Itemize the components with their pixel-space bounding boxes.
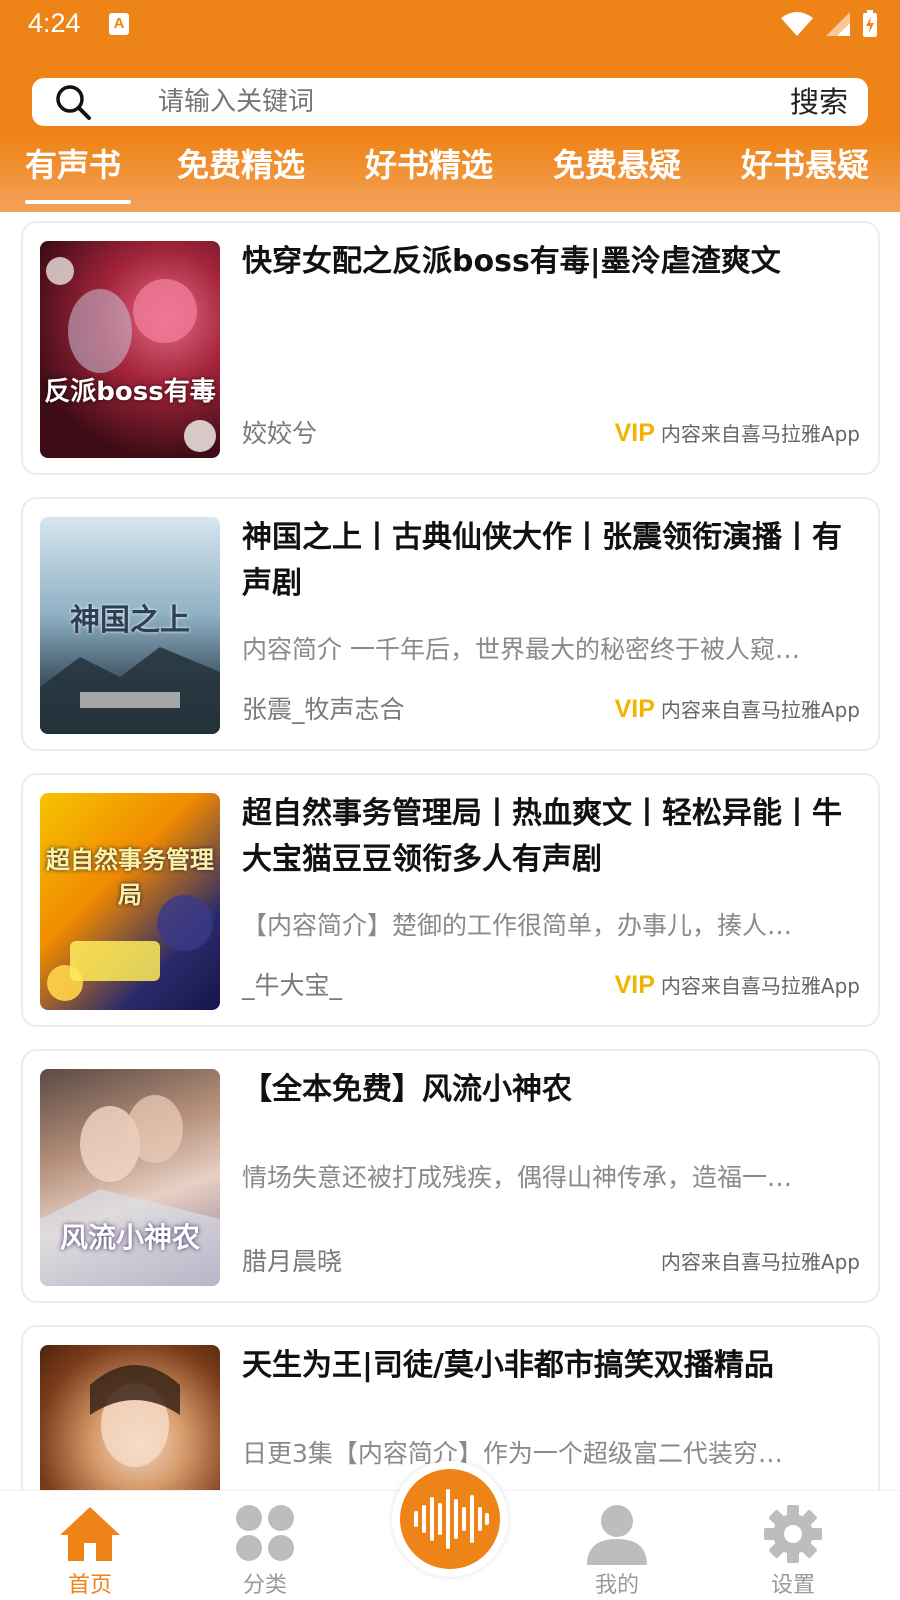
nav-mine[interactable]: 我的 xyxy=(557,1491,677,1600)
home-icon xyxy=(60,1507,120,1561)
gear-icon xyxy=(764,1505,822,1563)
cover-title: 反派boss有毒 xyxy=(44,377,216,407)
search-button[interactable]: 搜索 xyxy=(790,78,848,126)
book-list: 反派boss有毒 快穿女配之反派boss有毒|墨泠虐渣爽文 姣姣兮 VIP 内容来… xyxy=(0,212,900,1490)
search-icon[interactable] xyxy=(54,83,92,121)
book-card[interactable]: 神国之上 神国之上丨古典仙侠大作丨张震领衔演播丨有声剧 内容简介 一千年后，世界… xyxy=(21,497,880,751)
nav-settings[interactable]: 设置 xyxy=(733,1491,853,1600)
book-cover[interactable] xyxy=(40,1345,220,1490)
search-bar: 搜索 xyxy=(32,78,868,126)
player-button-inner xyxy=(400,1469,500,1569)
bottom-nav: 首页 分类 我的 设置 xyxy=(0,1461,900,1600)
book-card[interactable]: 风流小神农 【全本免费】风流小神农 情场失意还被打成残疾，偶得山神传承，造福一…… xyxy=(21,1049,880,1303)
source-text: 内容来自喜马拉雅App xyxy=(660,422,860,446)
category-tabs: 有声书 免费精选 好书精选 免费悬疑 好书悬疑 xyxy=(0,140,900,206)
book-intro: 日更3集【内容简介】作为一个超级富二代装穷… xyxy=(242,1439,783,1468)
book-title[interactable]: 【全本免费】风流小神农 xyxy=(242,1067,862,1113)
cover-art xyxy=(46,257,216,452)
search-input[interactable] xyxy=(158,78,658,126)
book-card[interactable]: 反派boss有毒 快穿女配之反派boss有毒|墨泠虐渣爽文 姣姣兮 VIP 内容来… xyxy=(21,221,880,475)
vip-badge: VIP xyxy=(614,419,655,447)
vip-badge: VIP xyxy=(614,695,655,723)
user-icon xyxy=(587,1505,647,1565)
nav-settings-label: 设置 xyxy=(770,1573,815,1598)
soundwave-icon xyxy=(414,1489,489,1549)
book-title[interactable]: 快穿女配之反派boss有毒|墨泠虐渣爽文 xyxy=(242,239,862,285)
active-tab-indicator xyxy=(25,200,131,204)
status-bar: 4:24 A xyxy=(0,0,900,48)
book-intro: 【内容简介】楚御的工作很简单，办事儿，揍人… xyxy=(242,911,793,940)
book-source: VIP 内容来自喜马拉雅App xyxy=(615,968,860,1003)
nav-home-label: 首页 xyxy=(67,1573,112,1598)
book-cover[interactable]: 反派boss有毒 xyxy=(40,241,220,458)
book-card[interactable]: 超自然事务管理局 超自然事务管理局丨热血爽文丨轻松异能丨牛大宝猫豆豆领衔多人有声… xyxy=(21,773,880,1027)
status-time: 4:24 xyxy=(28,8,81,38)
nav-mine-label: 我的 xyxy=(594,1573,639,1598)
cover-art xyxy=(90,1365,180,1467)
signal-icon xyxy=(825,12,850,36)
tab-good-suspense[interactable]: 好书悬疑 xyxy=(741,140,869,190)
book-author: 张震_牧声志合 xyxy=(242,695,405,724)
cover-title: 风流小神农 xyxy=(59,1221,200,1254)
book-source: 内容来自喜马拉雅App xyxy=(655,1244,860,1279)
nav-category-label: 分类 xyxy=(242,1573,287,1598)
grid-icon xyxy=(236,1505,294,1561)
book-cover[interactable]: 神国之上 xyxy=(40,517,220,734)
book-intro: 内容简介 一千年后，世界最大的秘密终于被人窥… xyxy=(242,635,800,664)
cover-title: 超自然事务管理局 xyxy=(46,846,214,909)
cover-title: 神国之上 xyxy=(70,603,190,638)
book-author: 姣姣兮 xyxy=(242,419,318,448)
book-title[interactable]: 超自然事务管理局丨热血爽文丨轻松异能丨牛大宝猫豆豆领衔多人有声剧 xyxy=(242,791,862,883)
tab-audiobook[interactable]: 有声书 xyxy=(25,140,121,190)
player-button[interactable] xyxy=(392,1461,508,1577)
book-source: VIP 内容来自喜马拉雅App xyxy=(615,692,860,727)
app-notification-icon: A xyxy=(109,13,129,35)
tab-free-picks[interactable]: 免费精选 xyxy=(177,140,305,190)
vip-badge: VIP xyxy=(614,971,655,999)
nav-category[interactable]: 分类 xyxy=(205,1491,325,1600)
book-intro: 情场失意还被打成残疾，偶得山神传承，造福一… xyxy=(242,1163,793,1192)
book-title[interactable]: 天生为王|司徒/莫小非都市搞笑双播精品 xyxy=(242,1343,862,1389)
battery-icon xyxy=(863,10,877,37)
source-text: 内容来自喜马拉雅App xyxy=(660,1250,860,1274)
book-author: 腊月晨晓 xyxy=(242,1247,343,1276)
book-source: VIP 内容来自喜马拉雅App xyxy=(615,416,860,451)
book-title[interactable]: 神国之上丨古典仙侠大作丨张震领衔演播丨有声剧 xyxy=(242,515,862,607)
tab-good-books[interactable]: 好书精选 xyxy=(365,140,493,190)
book-author: _牛大宝_ xyxy=(242,971,343,1000)
book-cover[interactable]: 风流小神农 xyxy=(40,1069,220,1286)
source-text: 内容来自喜马拉雅App xyxy=(660,698,860,722)
wifi-icon xyxy=(780,12,813,36)
nav-home[interactable]: 首页 xyxy=(30,1491,150,1600)
status-icons xyxy=(774,10,878,38)
book-cover[interactable]: 超自然事务管理局 xyxy=(40,793,220,1010)
tab-free-suspense[interactable]: 免费悬疑 xyxy=(553,140,681,190)
source-text: 内容来自喜马拉雅App xyxy=(660,974,860,998)
app-header: 4:24 A 搜索 有声书 免费精选 好书精选 免费悬 xyxy=(0,0,900,212)
